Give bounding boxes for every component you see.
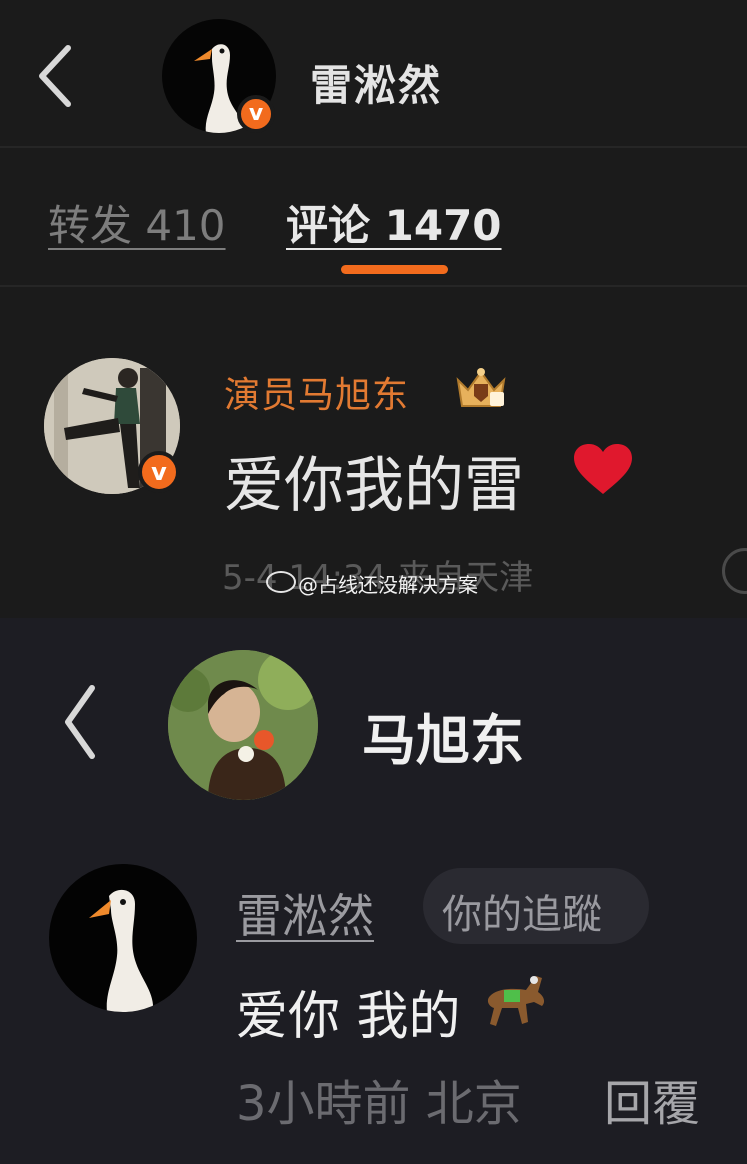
racing-horse-icon — [487, 976, 545, 1026]
comment-text: 爱你我的雷 — [224, 451, 524, 521]
tab-comments[interactable]: 评论 1470 — [286, 192, 502, 253]
commenter-verified-badge-icon: v — [138, 451, 180, 493]
top-screenshot: v 雷淞然 转发 410 评论 1470 v 演员马旭东 爱你我的雷 5-4 1… — [0, 0, 747, 618]
back-arrow-icon[interactable] — [60, 682, 100, 762]
commenter-username[interactable]: 演员马旭东 — [224, 366, 409, 418]
heart-icon — [574, 444, 632, 494]
tabs-divider — [0, 285, 747, 287]
replier-username[interactable]: 雷淞然 — [236, 880, 374, 946]
reply-button[interactable]: 回覆 — [604, 1064, 700, 1134]
bottom-screenshot: 马旭东 雷淞然 你的追蹤 爱你 我的 3小時前 北京 回覆 — [0, 618, 747, 1164]
header-username: 雷淞然 — [310, 61, 443, 110]
watermark-text: @占线还没解决方案 — [298, 573, 478, 597]
crown-badge-icon — [456, 368, 506, 407]
person-photo-icon — [168, 650, 318, 800]
verified-badge-icon: v — [237, 95, 275, 133]
follow-tag-label: 你的追蹤 — [442, 892, 602, 938]
reply-time-location: 3小時前 北京 — [236, 1076, 522, 1132]
header-divider — [0, 146, 747, 148]
active-tab-indicator — [341, 265, 448, 274]
tab-reposts[interactable]: 转发 410 — [48, 192, 226, 253]
reply-text: 爱你 我的 — [236, 987, 461, 1047]
like-reaction-icon[interactable] — [722, 548, 747, 594]
weibo-logo-icon — [266, 571, 296, 593]
replier-avatar[interactable] — [49, 864, 197, 1012]
goose-icon — [89, 889, 154, 1012]
back-arrow-icon[interactable] — [36, 40, 76, 120]
header-username: 马旭东 — [362, 709, 524, 772]
profile-avatar[interactable] — [168, 650, 318, 800]
